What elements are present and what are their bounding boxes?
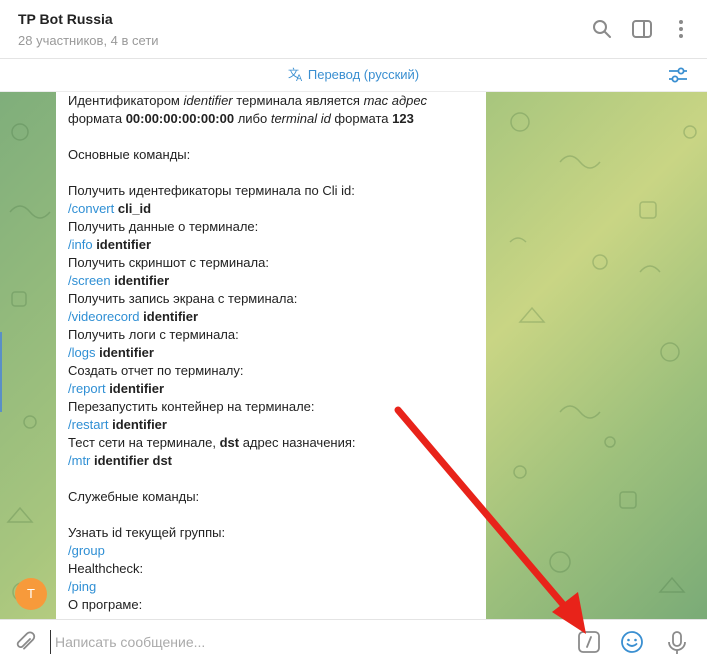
sidebar-toggle-icon[interactable] xyxy=(631,18,653,40)
message-line xyxy=(68,506,474,524)
command-link[interactable]: /videorecord xyxy=(68,309,140,324)
message-line: Получить запись экрана с терминала: xyxy=(68,290,474,308)
message-text-run: либо xyxy=(234,111,271,126)
message-line: /videorecord identifier xyxy=(68,308,474,326)
translate-button[interactable]: 文 A Перевод (русский) xyxy=(0,66,707,84)
message-text-run: identifier xyxy=(139,309,199,324)
message-line: Создать отчет по терминалу: xyxy=(68,362,474,380)
chat-member-count: 28 участников, 4 в сети xyxy=(18,33,159,48)
message-text-run: identifier xyxy=(108,417,167,432)
microphone-icon[interactable] xyxy=(666,630,688,661)
message-text-run: 00:00:00:00:00:00 xyxy=(125,111,235,126)
emoji-icon[interactable] xyxy=(620,630,644,659)
message-text-run: terminal id xyxy=(270,111,331,126)
message-text-run: Получить идентефикаторы терминала по Cli… xyxy=(68,183,355,198)
message-text-run: Служебные команды: xyxy=(68,489,200,504)
message-line: Узнать id текущей группы: xyxy=(68,524,474,542)
message-line: Перезапустить контейнер на терминале: xyxy=(68,398,474,416)
message-line xyxy=(68,164,474,182)
message-text-run: Получить логи с терминала: xyxy=(68,327,239,342)
message-line: /report identifier xyxy=(68,380,474,398)
message-line: /ping xyxy=(68,578,474,596)
command-link[interactable]: /ping xyxy=(68,579,96,594)
message-line: Идентификатором identifier терминала явл… xyxy=(68,92,474,110)
message-line: Получить идентефикаторы терминала по Cli… xyxy=(68,182,474,200)
translate-settings-icon[interactable] xyxy=(668,66,688,89)
message-text-run: cli_id xyxy=(114,201,152,216)
message-line: /logs identifier xyxy=(68,344,474,362)
chat-header: TP Bot Russia 28 участников, 4 в сети xyxy=(0,0,707,59)
message-text-run: identifier dst xyxy=(90,453,173,468)
message-line: Получить логи с терминала: xyxy=(68,326,474,344)
chat-area[interactable]: Идентификатором identifier терминала явл… xyxy=(0,92,707,619)
message-text-run: адрес назначения: xyxy=(239,435,356,450)
translate-bar: 文 A Перевод (русский) xyxy=(0,59,707,92)
message-line: Основные команды: xyxy=(68,146,474,164)
message-text-run: терминала является xyxy=(232,93,364,108)
message-text-run: Перезапустить контейнер на терминале: xyxy=(68,399,315,414)
message-text-run: Основные команды: xyxy=(68,147,191,162)
message-composer xyxy=(0,619,707,664)
search-icon[interactable] xyxy=(591,18,613,40)
message-line: Healthcheck: xyxy=(68,560,474,578)
svg-text:A: A xyxy=(296,74,303,82)
message-line: Получить данные о терминале: xyxy=(68,218,474,236)
paperclip-icon[interactable] xyxy=(14,630,36,659)
scroll-indicator xyxy=(0,332,2,412)
message-text-run: identifier xyxy=(105,381,165,396)
message-line: /group xyxy=(68,542,474,560)
message-text-run: Получить запись экрана с терминала: xyxy=(68,291,298,306)
more-vertical-icon[interactable] xyxy=(670,18,692,40)
chat-title[interactable]: TP Bot Russia xyxy=(18,11,113,27)
command-link[interactable]: /restart xyxy=(68,417,108,432)
message-text-run: Healthcheck: xyxy=(68,561,144,576)
message-line: /convert cli_id xyxy=(68,200,474,218)
message-text-run: Тест сети на терминале, xyxy=(68,435,220,450)
message-line: /info identifier xyxy=(68,236,474,254)
message-text-run: Идентификатором xyxy=(68,93,184,108)
message-line: /restart identifier xyxy=(68,416,474,434)
command-link[interactable]: /logs xyxy=(68,345,95,360)
message-text: Идентификатором identifier терминала явл… xyxy=(68,92,474,614)
message-text-run: Получить скриншот с терминала: xyxy=(68,255,269,270)
message-line: Служебные команды: xyxy=(68,488,474,506)
message-text-run: О програме: xyxy=(68,597,143,612)
command-link[interactable]: /mtr xyxy=(68,453,90,468)
message-text-run: identifier xyxy=(95,345,154,360)
message-line xyxy=(68,128,474,146)
message-bubble[interactable]: Идентификатором identifier терминала явл… xyxy=(56,92,486,619)
message-line: Получить скриншот с терминала: xyxy=(68,254,474,272)
message-input[interactable] xyxy=(50,630,537,654)
message-text-run: identifier xyxy=(110,273,170,288)
message-text-run: Узнать id текущей группы: xyxy=(68,525,226,540)
message-text-run: identifier xyxy=(183,93,233,108)
command-link[interactable]: /convert xyxy=(68,201,114,216)
avatar[interactable]: T xyxy=(15,578,47,610)
command-link[interactable]: /screen xyxy=(68,273,111,288)
message-text-run: 123 xyxy=(392,111,414,126)
command-link[interactable]: /info xyxy=(68,237,93,252)
message-line xyxy=(68,470,474,488)
message-line: Тест сети на терминале, dst адрес назнач… xyxy=(68,434,474,452)
message-text-run: Создать отчет по терминалу: xyxy=(68,363,244,378)
bot-commands-icon[interactable] xyxy=(577,630,601,659)
message-line: /mtr identifier dst xyxy=(68,452,474,470)
message-text-run: формата xyxy=(330,111,393,126)
message-text-run: Получить данные о терминале: xyxy=(68,219,259,234)
command-link[interactable]: /group xyxy=(68,543,105,558)
message-text-run: dst xyxy=(219,435,240,450)
message-line: /screen identifier xyxy=(68,272,474,290)
message-line: формата 00:00:00:00:00:00 либо terminal … xyxy=(68,110,474,128)
message-text-run: identifier xyxy=(92,237,152,252)
command-link[interactable]: /report xyxy=(68,381,106,396)
message-text-run: формата xyxy=(68,111,126,126)
message-text-run: mac адрес xyxy=(363,93,427,108)
message-line: О програме: xyxy=(68,596,474,614)
translate-label: Перевод (русский) xyxy=(307,67,420,82)
translate-icon: 文A xyxy=(288,66,303,84)
